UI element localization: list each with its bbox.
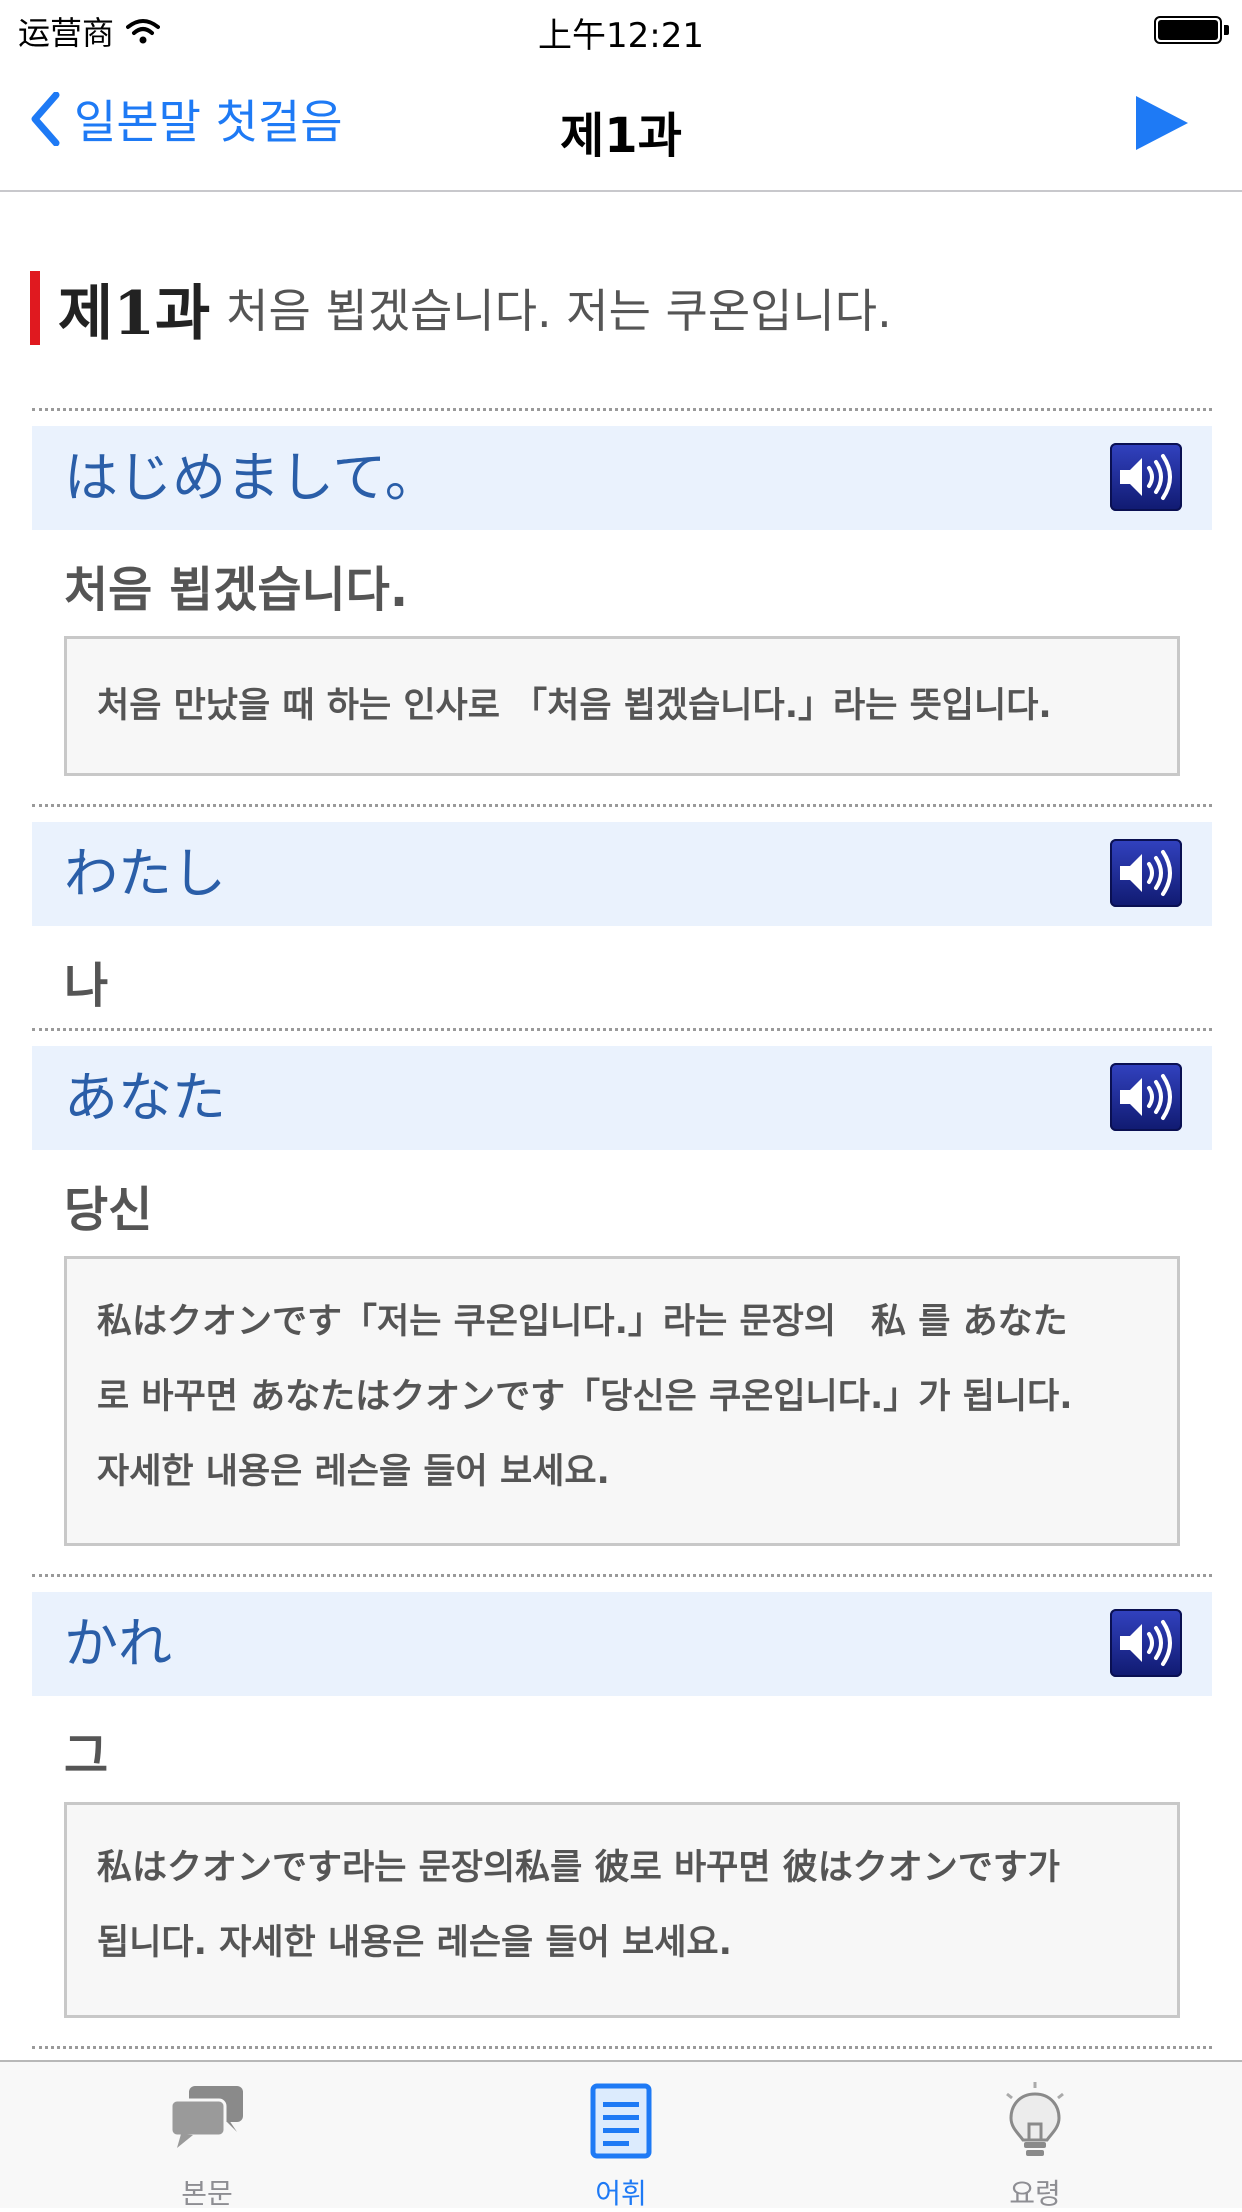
divider — [32, 1574, 1212, 1577]
word-korean: 처음 뵙겠습니다. — [64, 562, 409, 618]
tab-label: 요령 — [1009, 2177, 1061, 2210]
tab-text[interactable]: 본문 — [0, 2062, 414, 2210]
tab-tips[interactable]: 요령 — [828, 2062, 1242, 2210]
play-icon[interactable] — [1132, 92, 1192, 154]
note-line: 됩니다. 자세한 내용은 레슨을 들어 보세요. — [97, 1923, 732, 1963]
lesson-header: 제1과 처음 뵙겠습니다. 저는 쿠온입니다. — [30, 270, 892, 349]
word-japanese: あなた — [64, 1066, 226, 1129]
status-time: 上午12:21 — [538, 16, 704, 56]
word-row: あなた — [32, 1046, 1212, 1150]
word-japanese: わたし — [64, 842, 226, 905]
lightbulb-icon — [1006, 2082, 1064, 2156]
speaker-button[interactable] — [1110, 1609, 1182, 1677]
battery-tip — [1224, 25, 1229, 35]
speaker-button[interactable] — [1110, 839, 1182, 907]
lesson-number: 제1과 — [58, 278, 211, 349]
word-korean: 나 — [64, 958, 109, 1014]
note-line: 자세한 내용은 레슨을 들어 보세요. — [97, 1452, 610, 1492]
word-row: わたし — [32, 822, 1212, 926]
chat-bubbles-icon — [169, 2086, 243, 2148]
lesson-subtitle: 처음 뵙겠습니다. 저는 쿠온입니다. — [226, 284, 892, 338]
tab-bar: 본문 어휘 요령 — [0, 2060, 1242, 2210]
speaker-icon — [1120, 454, 1172, 500]
speaker-icon — [1120, 1620, 1172, 1666]
note-line: 私はクオンです라는 문장의私를 彼로 바꾸면 彼はクオンです가 — [97, 1848, 1060, 1888]
word-row: はじめまして。 — [32, 426, 1212, 530]
divider — [32, 804, 1212, 807]
word-korean: 그 — [64, 1728, 109, 1784]
note-line: 처음 만났을 때 하는 인사로 「처음 뵙겠습니다.」라는 뜻입니다. — [97, 686, 1052, 726]
speaker-button[interactable] — [1110, 443, 1182, 511]
speaker-button[interactable] — [1110, 1063, 1182, 1131]
status-bar: 运营商 上午12:21 — [0, 0, 1242, 62]
note-box: 私はクオンです라는 문장의私를 彼로 바꾸면 彼はクオンです가 됩니다. 자세한… — [64, 1802, 1180, 2018]
note-line: 로 바꾸면 あなたはクオンです「당신은 쿠온입니다.」가 됩니다. — [97, 1377, 1073, 1417]
speaker-icon — [1120, 850, 1172, 896]
back-button[interactable]: 일본말 첫걸음 — [30, 84, 343, 154]
divider — [32, 408, 1212, 411]
tab-label: 어휘 — [595, 2177, 647, 2210]
speaker-icon — [1120, 1074, 1172, 1120]
vocabulary-list[interactable]: 제1과 처음 뵙겠습니다. 저는 쿠온입니다. はじめまして。 처음 뵙겠습니다… — [0, 192, 1242, 2060]
battery-icon — [1154, 16, 1222, 44]
word-japanese: はじめまして。 — [64, 446, 439, 509]
chevron-left-icon — [31, 92, 60, 146]
note-box: 私はクオンです「저는 쿠온입니다.」라는 문장의 私 를 あなた 로 바꾸면 あ… — [64, 1256, 1180, 1546]
tab-label: 본문 — [181, 2177, 233, 2210]
word-korean: 당신 — [64, 1182, 153, 1238]
note-line: 私はクオンです「저는 쿠온입니다.」라는 문장의 私 를 あなた — [97, 1302, 1068, 1342]
word-japanese: かれ — [64, 1612, 172, 1675]
nav-bar: 일본말 첫걸음 제1과 — [0, 62, 1242, 192]
word-row: かれ — [32, 1592, 1212, 1696]
divider — [32, 2046, 1212, 2049]
tab-vocabulary[interactable]: 어휘 — [414, 2062, 828, 2210]
note-box: 처음 만났을 때 하는 인사로 「처음 뵙겠습니다.」라는 뜻입니다. — [64, 636, 1180, 776]
lesson-marker — [30, 271, 40, 345]
divider — [32, 1028, 1212, 1031]
document-icon — [590, 2083, 652, 2159]
back-label: 일본말 첫걸음 — [74, 95, 343, 149]
